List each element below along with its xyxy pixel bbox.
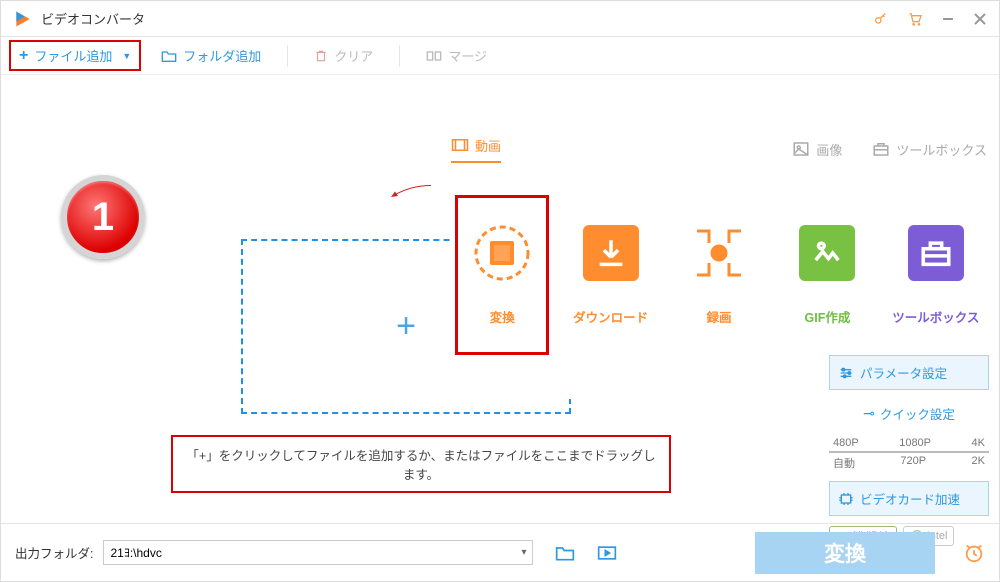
annotation-arrow-icon	[371, 183, 451, 203]
card-record-label: 録画	[707, 307, 732, 326]
gpu-label: ビデオカード加速	[860, 489, 960, 508]
toolbox-icon	[872, 140, 890, 158]
add-folder-button[interactable]: フォルダ追加	[151, 42, 271, 69]
toolbox-card-icon	[908, 225, 964, 281]
app-title: ビデオコンバータ	[41, 9, 873, 28]
sliders-icon	[838, 366, 854, 380]
ruler-4k: 4K	[972, 437, 985, 449]
tab-toolbox-label: ツールボックス	[896, 140, 987, 159]
add-plus-icon: +	[396, 307, 416, 346]
merge-button[interactable]: マージ	[416, 42, 497, 69]
tab-toolbox[interactable]: ツールボックス	[872, 140, 987, 159]
param-settings-button[interactable]: パラメータ設定	[829, 355, 989, 390]
merge-icon	[426, 49, 442, 63]
card-download[interactable]: ダウンロード	[563, 195, 657, 355]
resolution-ruler[interactable]: 480P 1080P 4K 自動 720P 2K	[829, 437, 989, 471]
video-output-icon[interactable]	[597, 544, 617, 562]
card-record[interactable]: 録画	[672, 195, 766, 355]
card-toolbox[interactable]: ツールボックス	[889, 195, 983, 355]
toolbar: + ファイル追加 ▼ フォルダ追加 クリア マージ	[1, 37, 999, 75]
clear-button[interactable]: クリア	[304, 42, 383, 69]
card-gif-label: GIF作成	[805, 307, 851, 326]
merge-label: マージ	[448, 46, 487, 65]
record-icon	[691, 225, 747, 281]
ruler-720p: 720P	[900, 455, 926, 471]
alarm-icon[interactable]	[963, 542, 985, 564]
plus-icon: +	[19, 47, 28, 65]
divider	[399, 45, 400, 67]
card-row: 変換 ダウンロード 録画 GIF作成	[451, 195, 987, 355]
panel-tabs: 動画 画像 ツールボックス	[451, 129, 987, 169]
add-folder-label: フォルダ追加	[183, 46, 261, 65]
chevron-down-icon: ▼	[122, 51, 131, 61]
open-folder-icon[interactable]	[555, 544, 575, 562]
tab-video[interactable]: 動画	[451, 136, 501, 163]
app-logo-icon	[13, 9, 33, 29]
titlebar: ビデオコンバータ	[1, 1, 999, 37]
ruler-1080p: 1080P	[899, 437, 931, 449]
ruler-auto: 自動	[833, 455, 855, 471]
gpu-accel-button[interactable]: ビデオカード加速	[829, 481, 989, 516]
close-icon[interactable]	[973, 12, 987, 26]
chevron-down-icon: ▾	[521, 547, 526, 558]
output-path-value: 21ﾖ:\hdvc	[110, 544, 161, 561]
tab-image[interactable]: 画像	[792, 140, 842, 159]
download-icon	[583, 225, 639, 281]
card-download-label: ダウンロード	[573, 307, 648, 326]
drop-hint: 「+」をクリックしてファイルを追加するか、またはファイルをここまでドラッグします…	[171, 435, 671, 493]
image-icon	[792, 140, 810, 158]
video-icon	[451, 136, 469, 154]
clear-label: クリア	[334, 46, 373, 65]
gif-icon	[799, 225, 855, 281]
tab-video-label: 動画	[475, 136, 501, 155]
drop-hint-text: 「+」をクリックしてファイルを追加するか、またはファイルをここまでドラッグします…	[186, 449, 655, 482]
step-number: 1	[92, 195, 114, 240]
title-controls	[873, 11, 987, 27]
tab-image-label: 画像	[816, 140, 842, 159]
minimize-icon[interactable]	[941, 12, 955, 26]
convert-icon	[474, 225, 530, 281]
output-path-dropdown[interactable]: 21ﾖ:\hdvc ▾	[103, 540, 533, 565]
chip-icon	[838, 492, 854, 506]
main-area: 1 + 「+」をクリックしてファイルを追加するか、またはファイルをここまでドラッ…	[1, 75, 999, 525]
convert-button-label: 変換	[824, 538, 866, 568]
trash-icon	[314, 48, 328, 64]
card-toolbox-label: ツールボックス	[892, 307, 979, 326]
key-icon[interactable]	[873, 11, 889, 27]
card-convert-label: 変換	[490, 307, 515, 326]
toggle-icon: ⊸	[863, 405, 875, 422]
quick-settings-toggle[interactable]: ⊸ クイック設定	[829, 400, 989, 427]
convert-button[interactable]: 変換	[755, 532, 935, 574]
cart-icon[interactable]	[907, 11, 923, 27]
add-file-label: ファイル追加	[34, 46, 112, 65]
ruler-480p: 480P	[833, 437, 859, 449]
output-folder-label: 出力フォルダ:	[15, 543, 93, 562]
folder-icon	[161, 49, 177, 63]
side-settings: パラメータ設定 ⊸ クイック設定 480P 1080P 4K 自動 720P 2…	[829, 355, 989, 546]
footer: 出力フォルダ: 21ﾖ:\hdvc ▾ 変換	[1, 523, 999, 581]
add-file-button[interactable]: + ファイル追加 ▼	[9, 40, 141, 71]
divider	[287, 45, 288, 67]
ruler-2k: 2K	[972, 455, 985, 471]
param-label: パラメータ設定	[860, 363, 947, 382]
footer-icons	[555, 544, 617, 562]
quick-label: クイック設定	[880, 404, 955, 423]
step-badge: 1	[61, 175, 145, 259]
card-gif[interactable]: GIF作成	[780, 195, 874, 355]
card-convert[interactable]: 変換	[455, 195, 549, 355]
